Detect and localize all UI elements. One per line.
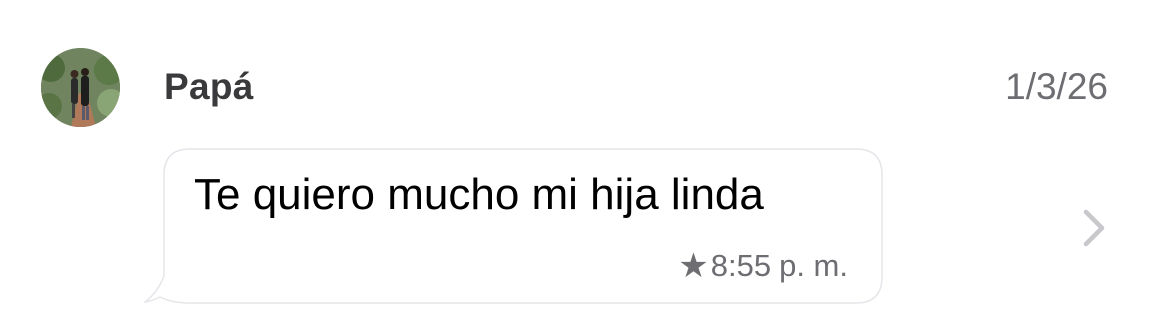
message-ampm: p. m. <box>779 248 848 283</box>
contact-avatar[interactable] <box>41 48 120 127</box>
star-icon: ★ <box>678 247 709 285</box>
message-date: 1/3/26 <box>1005 66 1108 107</box>
message-list-row[interactable]: Papá 1/3/26 Te quiero mucho mi hija lind… <box>0 0 1170 329</box>
message-meta: ★ 8:55 p. m. <box>678 248 848 284</box>
message-time: 8:55 <box>710 248 772 283</box>
message-text: Te quiero mucho mi hija linda <box>194 170 764 219</box>
message-bubble[interactable]: Te quiero mucho mi hija linda ★ 8:55 p. … <box>144 148 884 304</box>
chevron-right-icon[interactable] <box>1080 208 1108 248</box>
sender-name: Papá <box>164 66 254 107</box>
contact-photo-icon <box>41 48 120 127</box>
